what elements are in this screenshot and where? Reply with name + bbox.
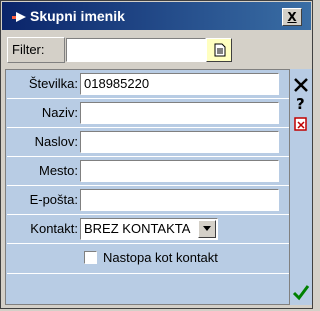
help-icon[interactable]: ? (293, 95, 309, 111)
confirm-icon[interactable] (292, 283, 310, 301)
field-row-stevilka: Številka: 018985220 (7, 70, 289, 99)
chevron-down-icon (203, 226, 211, 231)
field-row-kontakt: Kontakt: BREZ KONTAKTA (7, 215, 289, 244)
kontakt-selected-value: BREZ KONTAKTA (84, 221, 191, 236)
stevilka-input[interactable]: 018985220 (80, 73, 279, 95)
eposta-input[interactable] (80, 189, 279, 211)
field-row-eposta: E-pošta: (7, 186, 289, 215)
app-icon (12, 12, 26, 22)
field-label: Številka: (28, 76, 78, 91)
filter-input[interactable] (66, 38, 206, 62)
field-label: Mesto: (38, 163, 78, 178)
window-close-button[interactable]: X (282, 8, 302, 26)
field-row-mesto: Mesto: (7, 157, 289, 186)
checkbox-label: Nastopa kot kontakt (103, 250, 218, 265)
window-title: Skupni imenik (30, 8, 125, 24)
dialog-window: Skupni imenik X Filter: Številka: 018985… (0, 0, 313, 309)
field-label: Naslov: (34, 134, 78, 149)
checkbox-row: Nastopa kot kontakt (7, 244, 289, 274)
field-label: Kontakt: (30, 221, 78, 236)
filter-label: Filter: (7, 37, 65, 63)
filter-button[interactable] (206, 38, 232, 62)
title-bar[interactable]: Skupni imenik X (2, 2, 311, 30)
contact-form-panel: Številka: 018985220 Naziv: Naslov: Mesto… (5, 69, 290, 305)
svg-text:?: ? (296, 95, 305, 111)
kontakt-select[interactable]: BREZ KONTAKTA (80, 218, 218, 240)
naslov-input[interactable] (80, 131, 279, 153)
delete-icon[interactable] (293, 115, 309, 131)
field-row-naziv: Naziv: (7, 99, 289, 128)
kontakt-dropdown-button[interactable] (198, 220, 216, 238)
naziv-input[interactable] (80, 102, 279, 124)
mesto-input[interactable] (80, 160, 279, 182)
side-toolbar: ? (290, 69, 312, 305)
close-icon[interactable] (293, 77, 309, 93)
field-label: E-pošta: (29, 192, 78, 207)
field-label: Naziv: (41, 105, 78, 120)
field-row-naslov: Naslov: (7, 128, 289, 157)
filter-document-icon (214, 43, 226, 57)
nastopa-kot-kontakt-checkbox[interactable] (84, 251, 97, 264)
